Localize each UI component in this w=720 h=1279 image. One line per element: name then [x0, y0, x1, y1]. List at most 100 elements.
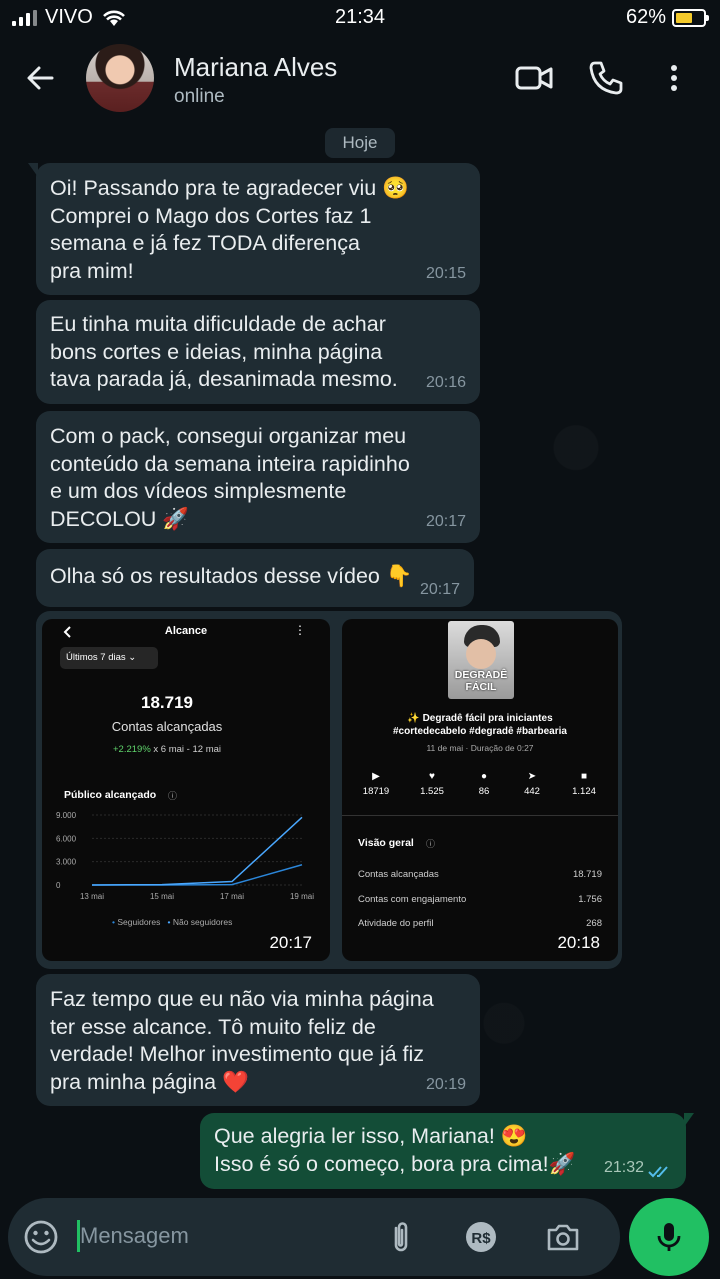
image-message-group: Alcance ⋮ Últimos 7 dias ⌄ 18.719 Contas…: [36, 611, 622, 969]
message-input[interactable]: Mensagem: [80, 1223, 189, 1249]
camera-icon[interactable]: [544, 1218, 582, 1256]
thumbnail-label-1: DEGRADÊ: [454, 669, 508, 681]
date-separator: Hoje: [325, 128, 395, 158]
growth-text: +2.219% x 6 mai - 12 mai: [42, 744, 292, 755]
video-call-icon[interactable]: [514, 58, 554, 98]
row-value: 18.719: [572, 869, 602, 880]
image-time: 20:18: [557, 933, 600, 952]
reach-value: 18.719: [141, 693, 193, 712]
reach-label: Contas alcançadas: [111, 719, 223, 734]
chart-legend: • Seguidores • Não seguidores: [112, 917, 232, 927]
legend-followers: Seguidores: [117, 917, 161, 927]
share-icon: ➤: [527, 771, 537, 782]
message-text: Olha só os resultados desse vídeo 👇: [50, 564, 413, 588]
y-tick-label: 9.000: [56, 811, 77, 820]
message-bubble[interactable]: Com o pack, consegui organizar meu conte…: [36, 411, 480, 543]
clock: 21:34: [334, 6, 386, 28]
legend-dot-icon: •: [112, 917, 115, 927]
message-bubble[interactable]: Olha só os resultados desse vídeo 👇 20:1…: [36, 549, 474, 607]
message-text: Oi! Passando pra te agradecer viu 🥺 Comp…: [50, 176, 410, 283]
svg-text:R$: R$: [471, 1230, 491, 1247]
message-time: 20:17: [425, 512, 466, 530]
status-bar: VIVO 21:34 62%: [0, 0, 720, 36]
back-arrow-icon[interactable]: [20, 58, 60, 98]
more-vert-icon[interactable]: [654, 58, 694, 98]
series-line-non-followers: [91, 816, 303, 886]
x-tick-label: 13 mai: [80, 892, 104, 901]
message-time: 20:17: [419, 580, 460, 598]
message-time: 20:16: [425, 373, 466, 391]
row-value: 268: [586, 918, 602, 929]
message-bubble[interactable]: Faz tempo que eu não via minha página te…: [36, 974, 480, 1106]
play-icon: ▶: [372, 771, 380, 782]
bookmark-icon: ■: [580, 771, 588, 782]
row-label: Atividade do perfil: [358, 918, 434, 929]
avatar[interactable]: [86, 44, 154, 112]
x-tick-label: 19 mai: [290, 892, 314, 901]
video-meta: 11 de mai · Duração de 0:27: [426, 743, 534, 753]
reach-title: Alcance: [164, 625, 208, 637]
stat-comments-value: 86: [478, 786, 490, 797]
y-tick-label: 0: [56, 881, 61, 890]
info-icon: ⓘ: [426, 839, 436, 849]
stat-saves-value: 1.124: [572, 786, 596, 797]
battery-icon: [672, 8, 709, 27]
row-label: Contas alcançadas: [358, 869, 439, 880]
video-caption: ✨ Degradê fácil pra iniciantes: [407, 713, 553, 724]
thumbnail-face: [466, 639, 496, 669]
stat-likes-value: 1.525: [420, 786, 444, 797]
message-bubble[interactable]: Eu tinha muita dificuldade de achar bons…: [36, 300, 480, 404]
stat-shares: ➤ 442: [512, 771, 552, 797]
thumbnail-label-2: FÁCIL: [465, 681, 497, 693]
stat-shares-value: 442: [524, 786, 540, 797]
video-thumbnail: DEGRADÊ FÁCIL: [448, 621, 514, 699]
battery-percent: 62%: [625, 6, 666, 28]
stat-plays: ▶ 18719: [356, 771, 396, 797]
stat-plays-value: 18719: [362, 786, 390, 797]
phone-icon[interactable]: [586, 58, 626, 98]
contact-status: online: [174, 86, 225, 107]
read-receipt-icon: [648, 1166, 668, 1178]
stat-likes: ♥ 1.525: [412, 771, 452, 797]
y-tick-label: 3.000: [56, 858, 77, 867]
message-text: Eu tinha muita dificuldade de achar bons…: [50, 312, 398, 391]
divider: [342, 815, 618, 816]
audience-section-title: Público alcançado: [64, 789, 157, 801]
message-time: 20:19: [425, 1075, 466, 1093]
chat-header: Mariana Alves online: [0, 36, 720, 122]
stat-saves: ■ 1.124: [564, 771, 604, 797]
more-vert-icon: ⋮: [294, 623, 306, 637]
period-selector: Últimos 7 dias ⌄: [60, 647, 158, 669]
image-time: 20:17: [269, 933, 312, 952]
emoji-icon[interactable]: [22, 1218, 60, 1256]
info-icon: ⓘ: [168, 791, 178, 801]
comment-icon: ●: [480, 771, 488, 782]
message-time: 20:15: [425, 264, 466, 282]
message-time: 21:32: [603, 1158, 644, 1176]
contact-name[interactable]: Mariana Alves: [174, 52, 337, 83]
outgoing-message-bubble[interactable]: Que alegria ler isso, Mariana! 😍 Isso é …: [200, 1113, 694, 1189]
x-tick-label: 17 mai: [220, 892, 244, 901]
legend-non-followers: Não seguidores: [172, 917, 233, 927]
audience-line-chart: 9.000 6.000 3.000 0 13 mai 15 mai 17 mai 19 mai: [56, 811, 314, 901]
heart-icon: ♥: [429, 771, 435, 782]
growth-range: x 6 mai - 12 mai: [153, 744, 221, 755]
growth-value: +2.219%: [113, 744, 151, 755]
stat-comments: ● 86: [464, 771, 504, 797]
thumbnail-caption: DEGRADÊ FÁCIL: [448, 669, 514, 693]
row-label: Contas com engajamento: [358, 894, 467, 905]
video-hashtags: #cortedecabelo #degradê #barbearia: [393, 726, 567, 737]
mic-icon: [657, 1223, 681, 1251]
message-composer: Mensagem R$: [8, 1198, 620, 1276]
payment-icon[interactable]: R$: [462, 1218, 500, 1256]
row-value: 1.756: [578, 894, 602, 905]
image-message-reach[interactable]: Alcance ⋮ Últimos 7 dias ⌄ 18.719 Contas…: [42, 619, 330, 961]
message-text: Faz tempo que eu não via minha página te…: [50, 987, 434, 1094]
legend-dot-icon: •: [167, 917, 171, 927]
y-tick-label: 6.000: [56, 834, 77, 843]
attach-icon[interactable]: [382, 1218, 420, 1256]
voice-message-button[interactable]: [629, 1198, 709, 1276]
message-bubble[interactable]: Oi! Passando pra te agradecer viu 🥺 Comp…: [28, 163, 480, 295]
image-message-insights[interactable]: DEGRADÊ FÁCIL ✨ Degradê fácil pra inician…: [342, 619, 618, 961]
x-tick-label: 15 mai: [150, 892, 174, 901]
